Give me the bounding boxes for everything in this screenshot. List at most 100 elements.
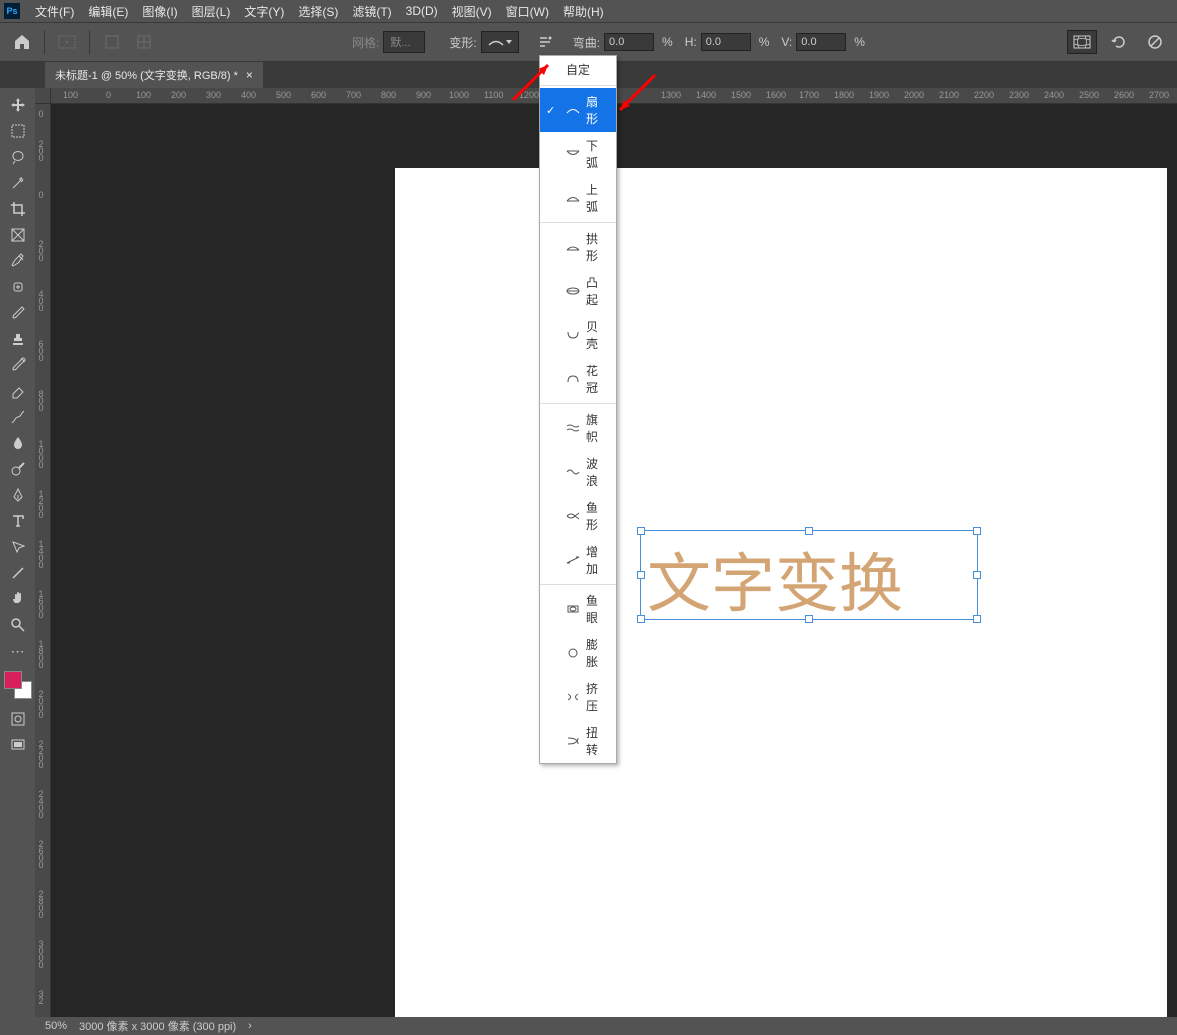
menu-select[interactable]: 选择(S) (291, 1, 345, 22)
handle-mid-left[interactable] (637, 571, 645, 579)
zoom-tool[interactable] (4, 613, 32, 637)
move-tool[interactable] (4, 93, 32, 117)
fisheye-icon (566, 604, 580, 614)
handle-bot-center[interactable] (805, 615, 813, 623)
grid-dropdown[interactable]: 默... (383, 31, 425, 53)
transform-icon[interactable] (53, 30, 81, 54)
foreground-color[interactable] (4, 671, 22, 689)
handle-top-center[interactable] (805, 527, 813, 535)
ruler-vertical[interactable]: 0 200 0 200 400 600 800 1000 1200 1400 1… (35, 104, 51, 1018)
menu-window[interactable]: 窗口(W) (499, 1, 556, 22)
handle-top-right[interactable] (973, 527, 981, 535)
grid-icon-2[interactable] (130, 30, 158, 54)
ruler-tick: 600 (311, 90, 326, 100)
ruler-tick: 2400 (1044, 90, 1064, 100)
grid-icon-1[interactable] (98, 30, 126, 54)
dd-arc-lower[interactable]: 下弧 (540, 132, 616, 176)
reset-icon[interactable] (1105, 30, 1133, 54)
dd-arch[interactable]: 拱形 (540, 225, 616, 269)
brush-tool[interactable] (4, 301, 32, 325)
dd-wave[interactable]: 波浪 (540, 450, 616, 494)
ruler-tick: 1800 (834, 90, 854, 100)
percent-2: % (759, 35, 770, 49)
h-input[interactable] (701, 33, 751, 51)
dd-shell-lower[interactable]: 贝壳 (540, 313, 616, 357)
handle-top-left[interactable] (637, 527, 645, 535)
home-icon[interactable] (8, 28, 36, 56)
menu-edit[interactable]: 编辑(E) (81, 1, 135, 22)
handle-bot-right[interactable] (973, 615, 981, 623)
squeeze-icon (566, 692, 580, 702)
type-tool[interactable] (4, 509, 32, 533)
gradient-tool[interactable] (4, 405, 32, 429)
ruler-tick: 100 (136, 90, 151, 100)
path-tool[interactable] (4, 535, 32, 559)
text-transform-box[interactable]: 文字变换 (640, 530, 978, 620)
dodge-tool[interactable] (4, 457, 32, 481)
color-swatches[interactable] (4, 671, 32, 699)
menu-filter[interactable]: 滤镜(T) (345, 1, 398, 22)
status-zoom[interactable]: 50% (45, 1020, 67, 1032)
dd-arc-upper[interactable]: 上弧 (540, 176, 616, 220)
menu-image[interactable]: 图像(I) (135, 1, 184, 22)
menu-file[interactable]: 文件(F) (28, 1, 81, 22)
inflate-icon (566, 648, 580, 658)
orientation-icon[interactable] (531, 30, 559, 54)
status-arrow-icon[interactable]: › (248, 1020, 252, 1032)
stamp-tool[interactable] (4, 327, 32, 351)
bend-input[interactable] (604, 33, 654, 51)
lasso-tool[interactable] (4, 145, 32, 169)
quickmask-tool[interactable] (4, 707, 32, 731)
frame-tool[interactable] (4, 223, 32, 247)
ruler-tick: 1100 (484, 90, 503, 100)
menu-view[interactable]: 视图(V) (445, 1, 499, 22)
dd-fisheye[interactable]: 鱼眼 (540, 587, 616, 631)
ruler-tick: 0 (36, 190, 46, 197)
h-label: H: (685, 35, 697, 49)
arch-icon (566, 242, 580, 252)
status-dims: 3000 像素 x 3000 像素 (300 ppi) (79, 1018, 236, 1034)
eraser-tool[interactable] (4, 379, 32, 403)
blur-tool[interactable] (4, 431, 32, 455)
warp-mode-icon[interactable] (1067, 30, 1097, 54)
more-tools[interactable]: ⋯ (4, 639, 32, 663)
tab-close-icon[interactable]: × (246, 68, 253, 82)
ruler-tick: 1800 (36, 639, 46, 667)
dd-bulge[interactable]: 凸起 (540, 269, 616, 313)
dd-shell-upper[interactable]: 花冠 (540, 357, 616, 401)
menu-layer[interactable]: 图层(L) (185, 1, 238, 22)
document-tab[interactable]: 未标题-1 @ 50% (文字变换, RGB/8) * × (45, 62, 263, 88)
arc-upper-icon (566, 193, 580, 203)
screenmode-tool[interactable] (4, 733, 32, 757)
menu-3d[interactable]: 3D(D) (399, 2, 445, 20)
menu-type[interactable]: 文字(Y) (237, 1, 291, 22)
handle-bot-left[interactable] (637, 615, 645, 623)
warp-style-dropdown[interactable] (481, 31, 519, 53)
menu-help[interactable]: 帮助(H) (556, 1, 611, 22)
dd-fish[interactable]: 鱼形 (540, 494, 616, 538)
wand-tool[interactable] (4, 171, 32, 195)
shell-icon (566, 330, 580, 340)
marquee-tool[interactable] (4, 119, 32, 143)
divider (89, 30, 90, 54)
canvas[interactable]: 文字变换 (395, 168, 1167, 1018)
bend-label: 弯曲: (573, 34, 600, 51)
shape-tool[interactable] (4, 561, 32, 585)
history-brush-tool[interactable] (4, 353, 32, 377)
ruler-tick: 1500 (731, 90, 751, 100)
crop-tool[interactable] (4, 197, 32, 221)
handle-mid-right[interactable] (973, 571, 981, 579)
eyedropper-tool[interactable] (4, 249, 32, 273)
dd-rise[interactable]: 增加 (540, 538, 616, 582)
dd-flag[interactable]: 旗帜 (540, 406, 616, 450)
dd-inflate[interactable]: 膨胀 (540, 631, 616, 675)
hand-tool[interactable] (4, 587, 32, 611)
cancel-icon[interactable] (1141, 30, 1169, 54)
healing-tool[interactable] (4, 275, 32, 299)
dd-twist[interactable]: 扭转 (540, 719, 616, 763)
ruler-tick: 1600 (36, 589, 46, 617)
arc-lower-icon (566, 149, 580, 159)
v-input[interactable] (796, 33, 846, 51)
pen-tool[interactable] (4, 483, 32, 507)
dd-squeeze[interactable]: 挤压 (540, 675, 616, 719)
